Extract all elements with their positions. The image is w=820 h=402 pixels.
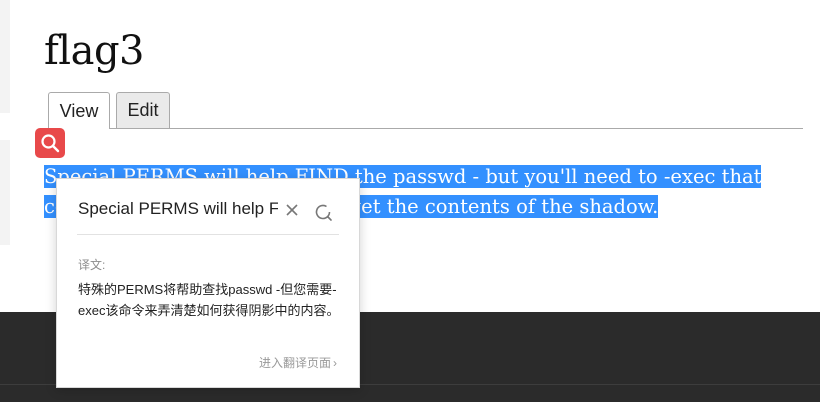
open-translation-page-link[interactable]: 进入翻译页面 › bbox=[259, 354, 337, 371]
popup-close-button[interactable] bbox=[283, 201, 301, 219]
popup-divider bbox=[77, 234, 339, 235]
translation-text: 特殊的PERMS将帮助查找passwd -但您需要-exec该命令来弄清楚如何获… bbox=[78, 282, 340, 318]
close-icon bbox=[286, 204, 298, 216]
translation-label: 译文: bbox=[78, 258, 106, 272]
translation-popup: Special PERMS will help FIND the passwd … bbox=[56, 178, 360, 388]
tab-underline bbox=[44, 128, 803, 129]
left-gutter-bottom bbox=[0, 140, 10, 245]
page-title: flag3 bbox=[44, 28, 145, 74]
tab-edit[interactable]: Edit bbox=[116, 92, 170, 128]
open-translation-page-label: 进入翻译页面 bbox=[258, 356, 331, 370]
refresh-icon bbox=[315, 204, 332, 221]
popup-source-text: Special PERMS will help FIND the passwd … bbox=[78, 199, 278, 218]
search-icon bbox=[41, 134, 60, 153]
translate-search-button[interactable] bbox=[35, 128, 65, 158]
popup-refresh-button[interactable] bbox=[313, 202, 333, 222]
chevron-right-icon: › bbox=[333, 355, 337, 370]
left-gutter-top bbox=[0, 0, 10, 113]
tab-view[interactable]: View bbox=[48, 92, 110, 129]
